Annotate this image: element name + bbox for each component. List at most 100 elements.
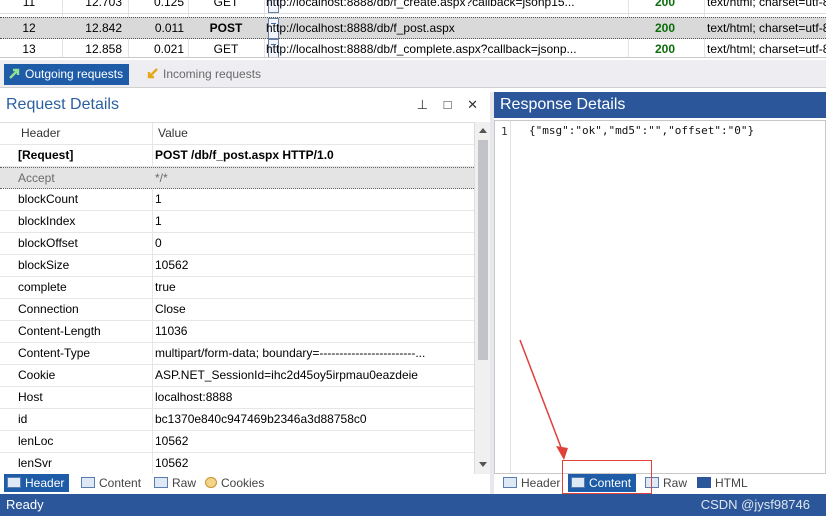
direction-tabs: Outgoing requests Incoming requests	[0, 60, 826, 88]
scroll-up-icon[interactable]	[479, 128, 487, 133]
header-grid-row[interactable]: blockOffset 0	[0, 233, 474, 255]
header-grid-row[interactable]: blockIndex 1	[0, 211, 474, 233]
session-number: 12	[22, 21, 36, 35]
session-url-text: http://localhost:8888/db/f_create.aspx?c…	[266, 0, 575, 9]
header-name: Connection	[18, 302, 79, 316]
session-duration: 0.021	[153, 42, 184, 56]
tab-label: Raw	[172, 476, 197, 490]
header-name: id	[18, 412, 28, 426]
session-time: 12.842	[85, 21, 122, 35]
header-value: ASP.NET_SessionId=ihc2d45oy5irpmau0eazde…	[155, 368, 418, 382]
header-grid-row[interactable]: id bc1370e840c947469b2346a3d88758c0	[0, 409, 474, 431]
session-method: GET	[213, 0, 239, 9]
session-duration: 0.125	[153, 0, 184, 9]
header-value: true	[155, 280, 176, 294]
header-grid-row[interactable]: lenSvr 10562	[0, 453, 474, 474]
request-line-value: POST /db/f_post.aspx HTTP/1.0	[155, 148, 334, 162]
request-details-header: Request Details ⊥ □ ✕	[0, 92, 490, 118]
tab-request-header[interactable]: Header	[4, 474, 70, 492]
watermark-text: CSDN @jysf98746	[700, 497, 810, 512]
tab-label: Header	[25, 476, 65, 490]
panel-window-controls[interactable]: ⊥ □ ✕	[417, 92, 484, 118]
header-grid-row[interactable]: Connection Close	[0, 299, 474, 321]
header-name: Accept	[18, 171, 55, 185]
tab-request-content[interactable]: Content	[78, 474, 146, 492]
tab-outgoing-label: Outgoing requests	[25, 67, 124, 81]
raw-view-icon	[154, 477, 168, 488]
header-name: blockOffset	[18, 236, 78, 250]
session-method: GET	[213, 42, 239, 56]
tab-label: Header	[521, 476, 561, 490]
tab-request-raw[interactable]: Raw	[151, 474, 201, 492]
header-value: Close	[155, 302, 186, 316]
cookie-icon	[205, 477, 217, 488]
header-value: 10562	[155, 434, 189, 448]
column-header-value[interactable]: Value	[158, 123, 474, 144]
arrow-up-right-icon	[9, 68, 20, 79]
status-text: Ready	[6, 497, 44, 512]
session-method: POST	[209, 21, 243, 35]
header-grid-row[interactable]: blockCount 1	[0, 189, 474, 211]
session-row[interactable]: 11 12.703 0.125 GET http://localhost:8888/db…	[0, 0, 826, 14]
header-grid-row[interactable]: Cookie ASP.NET_SessionId=ihc2d45oy5irpmau…	[0, 365, 474, 387]
session-list: 11 12.703 0.125 GET http://localhost:8888/db…	[0, 0, 826, 58]
session-number: 13	[22, 42, 36, 56]
response-body-text[interactable]: {"msg":"ok","md5":"","offset":"0"}	[529, 124, 754, 137]
header-name: blockCount	[18, 192, 79, 206]
tab-label: Raw	[663, 476, 688, 490]
tab-incoming-requests[interactable]: Incoming requests	[142, 64, 267, 85]
response-content-view[interactable]: 1 {"msg":"ok","md5":"","offset":"0"}	[494, 120, 826, 474]
column-header-header[interactable]: Header	[21, 123, 155, 144]
session-row[interactable]: 12 12.842 0.011 POST http://localhost:8888/d…	[0, 17, 826, 39]
annotation-highlight-box	[562, 460, 652, 494]
session-row[interactable]: 13 12.858 0.021 GET http://localhost:8888/db…	[0, 39, 826, 57]
header-grid-row[interactable]: Content-Length 11036	[0, 321, 474, 343]
session-url-text: http://localhost:8888/db/f_complete.aspx…	[266, 42, 577, 56]
header-value: */*	[155, 171, 168, 185]
tab-label: Content	[99, 476, 142, 490]
header-grid-row[interactable]: Accept */*	[0, 167, 474, 189]
grid-scrollbar[interactable]	[474, 122, 490, 474]
response-view-tabs: Header Content Raw HTML	[494, 474, 826, 494]
tab-label: Cookies	[221, 476, 265, 490]
tab-outgoing-requests[interactable]: Outgoing requests	[4, 64, 130, 85]
header-grid-row[interactable]: lenLoc 10562	[0, 431, 474, 453]
tab-incoming-label: Incoming requests	[163, 67, 262, 81]
line-number: 1	[501, 125, 508, 138]
scrollbar-thumb[interactable]	[478, 140, 488, 360]
line-number-gutter	[495, 121, 511, 473]
header-grid-row[interactable]: Host localhost:8888	[0, 387, 474, 409]
header-value: 1	[155, 214, 162, 228]
header-grid-row[interactable]: complete true	[0, 277, 474, 299]
content-view-icon	[81, 477, 95, 488]
header-value: 10562	[155, 258, 189, 272]
tab-response-header[interactable]: Header	[500, 474, 565, 492]
session-content-type: text/html; charset=utf-8	[707, 21, 826, 35]
tab-request-cookies[interactable]: Cookies	[202, 474, 269, 492]
request-view-tabs: Header Content Raw Cookies	[0, 474, 490, 494]
header-value: 0	[155, 236, 162, 250]
session-url: http://localhost:8888/db/f_create.aspx?c…	[266, 0, 626, 13]
header-value: 1	[155, 192, 162, 206]
header-name: Content-Length	[18, 324, 101, 338]
header-grid-row[interactable]: blockSize 10562	[0, 255, 474, 277]
header-grid-row[interactable]: Content-Type multipart/form-data; boundar…	[0, 343, 474, 365]
response-details-title: Response Details	[500, 96, 626, 113]
session-content-type: text/html; charset=utf-8	[707, 42, 826, 56]
header-name: Cookie	[18, 368, 56, 382]
session-url-text: http://localhost:8888/db/f_post.aspx	[266, 21, 455, 35]
request-line-key: [Request]	[18, 148, 74, 162]
header-name: lenLoc	[18, 434, 54, 448]
session-time: 12.858	[85, 42, 122, 56]
scroll-down-icon[interactable]	[479, 462, 487, 467]
status-bar: Ready CSDN @jysf98746	[0, 494, 826, 516]
header-view-icon	[503, 477, 517, 488]
header-name: complete	[18, 280, 67, 294]
header-name: blockSize	[18, 258, 70, 272]
session-url: http://localhost:8888/db/f_post.aspx	[266, 18, 626, 39]
tab-response-html[interactable]: HTML	[694, 474, 753, 492]
session-url: http://localhost:8888/db/f_complete.aspx…	[266, 39, 626, 57]
request-line-row[interactable]: [Request] POST /db/f_post.aspx HTTP/1.0	[0, 145, 474, 167]
arrow-down-left-icon	[147, 68, 158, 79]
tab-label: HTML	[715, 476, 748, 490]
